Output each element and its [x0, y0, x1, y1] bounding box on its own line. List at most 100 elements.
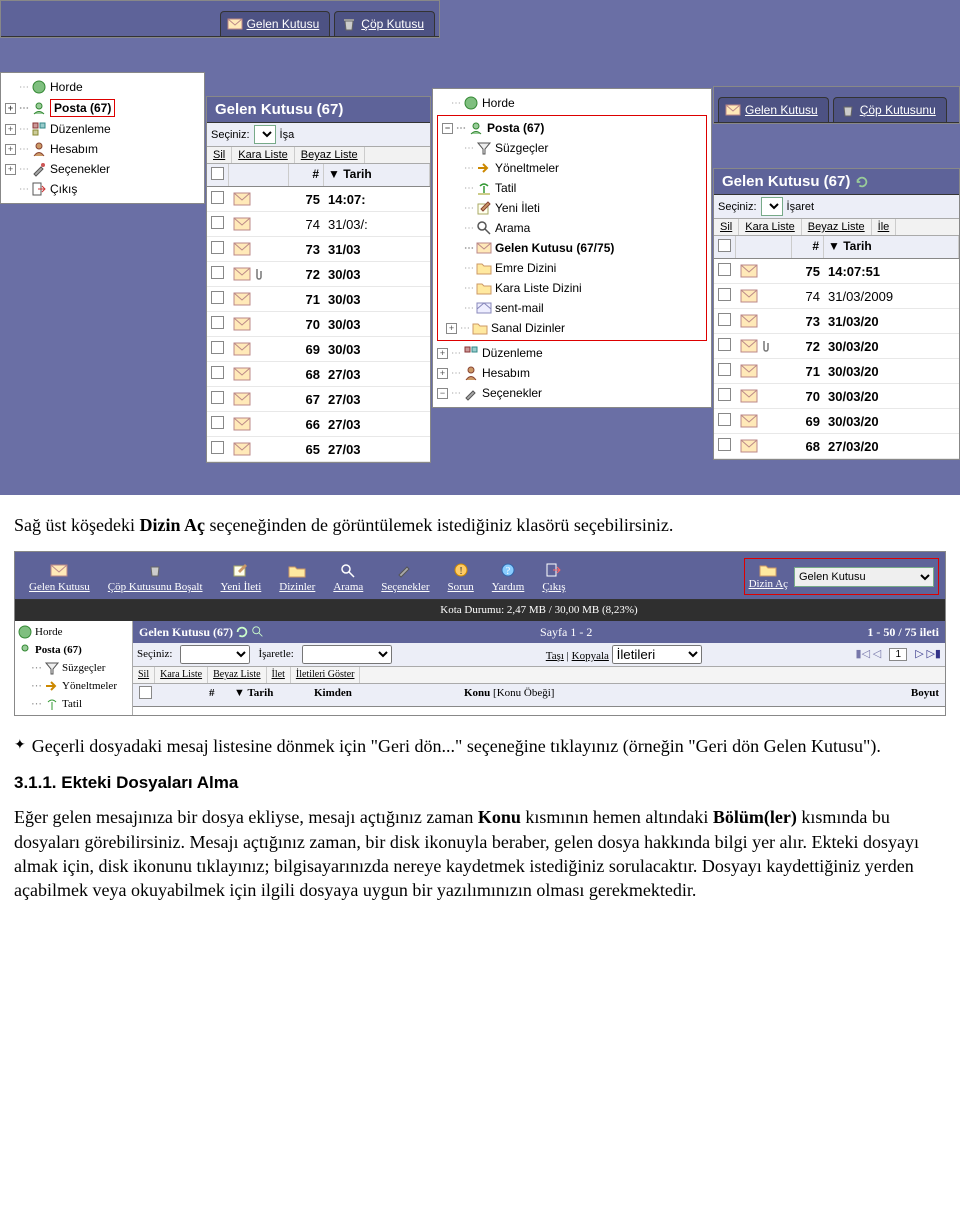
- tree-hesabim[interactable]: +⋯Hesabım: [3, 139, 202, 159]
- table-row[interactable]: 6930/03/20: [714, 409, 959, 434]
- row-checkbox[interactable]: [211, 416, 224, 429]
- row-checkbox[interactable]: [718, 338, 731, 351]
- table-row[interactable]: 6627/03: [207, 412, 430, 437]
- row-checkbox[interactable]: [718, 263, 731, 276]
- tree-posta[interactable]: +⋯Posta (67): [3, 97, 202, 119]
- menu-dizinler[interactable]: Dizinler: [271, 562, 323, 599]
- menu-secenekler[interactable]: Seçenekler: [373, 562, 437, 599]
- ctree-duzenleme[interactable]: +⋯Düzenleme: [435, 343, 709, 363]
- nav-arrows[interactable]: ▮◁ ◁: [856, 647, 882, 662]
- row-checkbox[interactable]: [211, 441, 224, 454]
- sel-seciniz[interactable]: [180, 645, 250, 664]
- ctree-kara[interactable]: ⋯Kara Liste Dizini: [462, 278, 704, 298]
- table-row[interactable]: 6930/03: [207, 337, 430, 362]
- tab-inbox[interactable]: Gelen Kutusu: [220, 11, 331, 36]
- ctree-tatil[interactable]: ⋯Tatil: [462, 178, 704, 198]
- wb-ilet[interactable]: İlet: [267, 667, 291, 683]
- row-checkbox[interactable]: [211, 391, 224, 404]
- table-row[interactable]: 7514:07:51: [714, 259, 959, 284]
- tab-trash[interactable]: Çöp Kutusu: [334, 11, 435, 36]
- row-checkbox[interactable]: [718, 388, 731, 401]
- menu-yeni[interactable]: Yeni İleti: [213, 562, 270, 599]
- menu-gelen[interactable]: Gelen Kutusu: [21, 562, 98, 599]
- menu-sorun[interactable]: !Sorun: [440, 562, 482, 599]
- ctree-sanal[interactable]: +⋯Sanal Dizinler: [462, 318, 704, 338]
- ctree-horde[interactable]: ⋯Horde: [435, 93, 709, 113]
- btn-beyaz-r[interactable]: Beyaz Liste: [802, 219, 872, 235]
- row-checkbox[interactable]: [211, 216, 224, 229]
- btn-sil[interactable]: Sil: [207, 147, 232, 163]
- btn-ile-r[interactable]: İle: [872, 219, 897, 235]
- tree-duzenleme[interactable]: +⋯Düzenleme: [3, 119, 202, 139]
- tree-horde[interactable]: ⋯Horde: [3, 77, 202, 97]
- table-row[interactable]: 7331/03: [207, 237, 430, 262]
- ctree-suzgecler[interactable]: ⋯Süzgeçler: [462, 138, 704, 158]
- page-input[interactable]: [889, 648, 907, 661]
- select-seciniz-r[interactable]: [761, 197, 783, 216]
- table-row[interactable]: 7030/03: [207, 312, 430, 337]
- tree-secenekler[interactable]: +⋯Seçenekler: [3, 159, 202, 179]
- table-row[interactable]: 7230/03: [207, 262, 430, 287]
- dizin-ac-select[interactable]: Gelen Kutusu: [794, 567, 934, 587]
- btn-kara-r[interactable]: Kara Liste: [739, 219, 802, 235]
- sel-isaretle[interactable]: [302, 645, 392, 664]
- ctree-emre[interactable]: ⋯Emre Dizini: [462, 258, 704, 278]
- row-checkbox[interactable]: [211, 241, 224, 254]
- wtree-tatil[interactable]: ⋯Tatil: [17, 695, 130, 713]
- table-row[interactable]: 7230/03/20: [714, 334, 959, 359]
- row-checkbox[interactable]: [211, 191, 224, 204]
- tree-cikis[interactable]: ⋯Çıkış: [3, 179, 202, 199]
- btn-kara[interactable]: Kara Liste: [232, 147, 295, 163]
- menu-bosalt[interactable]: Çöp Kutusunu Boşalt: [100, 562, 211, 599]
- search-icon[interactable]: [251, 625, 265, 639]
- row-checkbox[interactable]: [718, 413, 731, 426]
- wb-sil[interactable]: Sil: [133, 667, 155, 683]
- wb-kara[interactable]: Kara Liste: [155, 667, 208, 683]
- ctree-gelen[interactable]: ⋯Gelen Kutusu (67/75): [462, 238, 704, 258]
- checkbox-all-r[interactable]: [718, 239, 731, 252]
- wb-beyaz[interactable]: Beyaz Liste: [208, 667, 266, 683]
- table-row[interactable]: 6827/03: [207, 362, 430, 387]
- wtree-horde[interactable]: Horde: [17, 623, 130, 641]
- wtree-suzg[interactable]: ⋯Süzgeçler: [17, 659, 130, 677]
- refresh-icon[interactable]: [235, 625, 249, 639]
- row-checkbox[interactable]: [211, 266, 224, 279]
- ctree-secenekler[interactable]: −⋯Seçenekler: [435, 383, 709, 403]
- row-checkbox[interactable]: [718, 363, 731, 376]
- ctree-yeni-ileti[interactable]: ⋯Yeni İleti: [462, 198, 704, 218]
- ctree-yoneltmeler[interactable]: ⋯Yöneltmeler: [462, 158, 704, 178]
- table-row[interactable]: 7514:07:: [207, 187, 430, 212]
- table-row[interactable]: 7030/03/20: [714, 384, 959, 409]
- wb-goster[interactable]: İletileri Göster: [291, 667, 361, 683]
- cb-all-w[interactable]: [139, 686, 152, 699]
- menu-cikis[interactable]: Çıkış: [534, 562, 573, 599]
- select-seciniz[interactable]: [254, 125, 276, 144]
- table-row[interactable]: 7130/03: [207, 287, 430, 312]
- wtree-yon[interactable]: ⋯Yöneltmeler: [17, 677, 130, 695]
- ctree-sent[interactable]: ⋯sent-mail: [462, 298, 704, 318]
- dizin-ac-label[interactable]: Dizin Aç: [749, 578, 788, 590]
- tab-trash-r[interactable]: Çöp Kutusunu: [833, 97, 947, 122]
- btn-beyaz[interactable]: Beyaz Liste: [295, 147, 365, 163]
- table-row[interactable]: 7331/03/20: [714, 309, 959, 334]
- menu-arama[interactable]: Arama: [325, 562, 371, 599]
- table-row[interactable]: 7431/03/2009: [714, 284, 959, 309]
- menu-yardim[interactable]: ?Yardım: [484, 562, 533, 599]
- table-row[interactable]: 6827/03/20: [714, 434, 959, 459]
- ctree-arama[interactable]: ⋯Arama: [462, 218, 704, 238]
- refresh-icon[interactable]: [855, 175, 869, 189]
- table-row[interactable]: 7431/03/:: [207, 212, 430, 237]
- row-checkbox[interactable]: [211, 291, 224, 304]
- tab-inbox-r[interactable]: Gelen Kutusu: [718, 97, 829, 122]
- row-checkbox[interactable]: [718, 288, 731, 301]
- row-checkbox[interactable]: [211, 316, 224, 329]
- wtree-posta[interactable]: Posta (67): [17, 641, 130, 659]
- row-checkbox[interactable]: [211, 366, 224, 379]
- table-row[interactable]: 6527/03: [207, 437, 430, 462]
- checkbox-all[interactable]: [211, 167, 224, 180]
- btn-sil-r[interactable]: Sil: [714, 219, 739, 235]
- table-row[interactable]: 7130/03/20: [714, 359, 959, 384]
- row-checkbox[interactable]: [718, 313, 731, 326]
- ctree-hesabim[interactable]: +⋯Hesabım: [435, 363, 709, 383]
- row-checkbox[interactable]: [718, 438, 731, 451]
